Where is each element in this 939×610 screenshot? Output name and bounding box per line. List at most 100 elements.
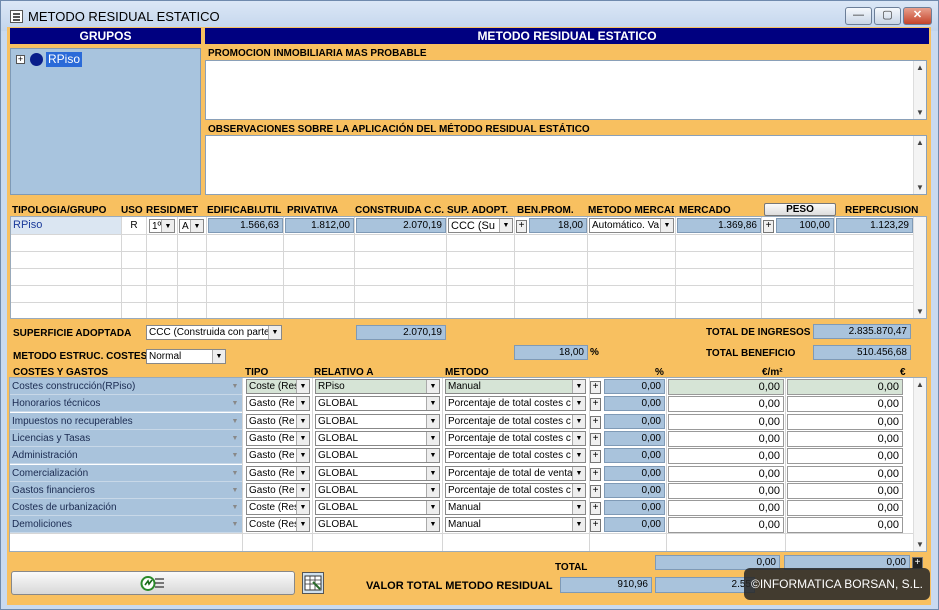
- tipologia-scrollbar[interactable]: ▼: [913, 217, 926, 318]
- cost-add-icon[interactable]: +: [590, 433, 601, 446]
- obs-scrollbar[interactable]: ▲ ▼: [913, 136, 926, 194]
- tip-met-value: A: [182, 221, 189, 232]
- cost-pct: 0,00: [604, 466, 665, 481]
- cost-relativo-combo[interactable]: GLOBAL ▼: [315, 466, 440, 481]
- cost-relativo-combo[interactable]: GLOBAL ▼: [315, 483, 440, 498]
- main-header: METODO RESIDUAL ESTATICO: [205, 28, 929, 44]
- calculate-button[interactable]: [11, 571, 295, 595]
- cost-metodo-combo[interactable]: Porcentaje de total costes c ▼: [445, 414, 586, 429]
- sup-adoptada-combo[interactable]: CCC (Construida con parte ▼: [146, 325, 282, 340]
- cost-tipo-combo[interactable]: Gasto (Re ▼: [246, 466, 310, 481]
- cost-eurm2[interactable]: 0,00: [668, 517, 784, 533]
- cost-metodo-combo[interactable]: Manual ▼: [445, 500, 586, 515]
- chevron-down-icon: ▼: [231, 504, 239, 511]
- tip-sup-adopt-value: CCC (Su: [451, 220, 496, 232]
- chevron-down-icon: ▼: [572, 432, 585, 445]
- cost-add-icon[interactable]: +: [590, 485, 601, 498]
- cost-add-icon[interactable]: +: [590, 416, 601, 429]
- tip-resid-combo[interactable]: 1º ▼: [149, 219, 175, 233]
- cost-eur[interactable]: 0,00: [787, 483, 903, 499]
- tip-cell-tipologia[interactable]: RPiso: [11, 217, 121, 234]
- cost-tipo-combo[interactable]: Gasto (Re ▼: [246, 431, 310, 446]
- mercado-add-icon[interactable]: +: [763, 220, 774, 233]
- cost-tipo-combo[interactable]: Gasto (Re ▼: [246, 414, 310, 429]
- cost-pct: 0,00: [604, 483, 665, 498]
- cost-tipo-combo[interactable]: Coste (Res ▼: [246, 517, 310, 532]
- cost-eurm2[interactable]: 0,00: [668, 448, 784, 464]
- tip-sup-adopt-combo[interactable]: CCC (Su ▼: [448, 218, 513, 233]
- ben-prom-add-icon[interactable]: +: [516, 220, 527, 233]
- cost-add-icon[interactable]: +: [590, 398, 601, 411]
- tip-met-combo[interactable]: A ▼: [179, 219, 204, 233]
- metodo-costes-combo[interactable]: Normal ▼: [146, 349, 226, 364]
- peso-button[interactable]: PESO: [764, 203, 836, 216]
- cost-eur[interactable]: 0,00: [787, 431, 903, 447]
- cost-eurm2[interactable]: 0,00: [668, 466, 784, 482]
- cost-eurm2[interactable]: 0,00: [668, 414, 784, 430]
- col-mercado: MERCADO: [679, 205, 731, 216]
- cost-relativo-combo[interactable]: GLOBAL ▼: [315, 517, 440, 532]
- cost-tipo-combo[interactable]: Coste (Res ▼: [246, 379, 310, 394]
- minimize-button[interactable]: —: [845, 7, 872, 25]
- cost-metodo-combo[interactable]: Porcentaje de total costes c ▼: [445, 431, 586, 446]
- cost-tipo-combo[interactable]: Gasto (Re ▼: [246, 483, 310, 498]
- tip-metodo-mercado-combo[interactable]: Automático. Va ▼: [589, 218, 674, 233]
- chevron-down-icon: ▼: [296, 518, 309, 531]
- cost-metodo-combo[interactable]: Manual ▼: [445, 379, 586, 394]
- cost-relativo-combo[interactable]: GLOBAL ▼: [315, 396, 440, 411]
- spreadsheet-button[interactable]: [302, 572, 324, 594]
- client-area: GRUPOS + RPiso METODO RESIDUAL ESTATICO …: [7, 27, 931, 605]
- cost-eurm2[interactable]: 0,00: [668, 379, 784, 395]
- col-util: UTIL: [259, 205, 282, 216]
- tree-item-rpiso[interactable]: RPiso: [46, 52, 83, 67]
- cost-tipo-combo[interactable]: Gasto (Re ▼: [246, 396, 310, 411]
- tip-cell-util: 1.566,63: [208, 218, 283, 233]
- chevron-down-icon: ▼: [572, 518, 585, 531]
- chevron-down-icon: ▼: [296, 449, 309, 462]
- cost-add-icon[interactable]: +: [590, 502, 601, 515]
- cost-name: Comercialización: [10, 465, 242, 482]
- cost-metodo-combo[interactable]: Porcentaje de total de venta ▼: [445, 466, 586, 481]
- cost-eur[interactable]: 0,00: [787, 517, 903, 533]
- cost-eur[interactable]: 0,00: [787, 379, 903, 395]
- chevron-down-icon: ▼: [499, 219, 512, 232]
- cost-relativo-combo[interactable]: RPiso ▼: [315, 379, 440, 394]
- promo-textarea[interactable]: ▲ ▼: [205, 60, 927, 120]
- cost-add-icon[interactable]: +: [590, 450, 601, 463]
- tipologia-grid: ▼ RPiso R 1º ▼ A ▼ 1.566,63 1.812,00 2.070…: [10, 216, 927, 319]
- cost-eurm2[interactable]: 0,00: [668, 483, 784, 499]
- cost-metodo-combo[interactable]: Porcentaje de total costes c ▼: [445, 448, 586, 463]
- cost-metodo-combo[interactable]: Porcentaje de total costes c ▼: [445, 483, 586, 498]
- cost-eurm2[interactable]: 0,00: [668, 396, 784, 412]
- cost-add-icon[interactable]: +: [590, 381, 601, 394]
- cost-relativo-combo[interactable]: GLOBAL ▼: [315, 500, 440, 515]
- spreadsheet-icon: [304, 575, 322, 591]
- cost-add-icon[interactable]: +: [590, 519, 601, 532]
- cost-relativo-combo[interactable]: GLOBAL ▼: [315, 414, 440, 429]
- cost-relativo-combo[interactable]: GLOBAL ▼: [315, 448, 440, 463]
- cost-eur[interactable]: 0,00: [787, 396, 903, 412]
- cost-relativo-combo[interactable]: GLOBAL ▼: [315, 431, 440, 446]
- chevron-down-icon: ▼: [231, 452, 239, 459]
- cost-metodo-combo[interactable]: Porcentaje de total costes c ▼: [445, 396, 586, 411]
- cost-tipo-combo[interactable]: Coste (Res ▼: [246, 500, 310, 515]
- cost-eur[interactable]: 0,00: [787, 466, 903, 482]
- cost-pct: 0,00: [604, 448, 665, 463]
- cost-tipo-combo[interactable]: Gasto (Re ▼: [246, 448, 310, 463]
- tree-expander[interactable]: +: [16, 55, 25, 64]
- chevron-down-icon: ▼: [572, 415, 585, 428]
- cost-add-icon[interactable]: +: [590, 468, 601, 481]
- promo-scrollbar[interactable]: ▲ ▼: [913, 61, 926, 119]
- cost-eur[interactable]: 0,00: [787, 500, 903, 516]
- cost-eurm2[interactable]: 0,00: [668, 500, 784, 516]
- cost-metodo-combo[interactable]: Manual ▼: [445, 517, 586, 532]
- sup-adoptada-label: SUPERFICIE ADOPTADA: [13, 328, 132, 339]
- chevron-down-icon: ▼: [231, 521, 239, 528]
- obs-textarea[interactable]: ▲ ▼: [205, 135, 927, 195]
- maximize-button[interactable]: ▢: [874, 7, 901, 25]
- close-button[interactable]: ✕: [903, 7, 932, 25]
- cost-eur[interactable]: 0,00: [787, 414, 903, 430]
- cost-eur[interactable]: 0,00: [787, 448, 903, 464]
- costs-scrollbar[interactable]: ▲ ▼: [913, 378, 926, 551]
- cost-eurm2[interactable]: 0,00: [668, 431, 784, 447]
